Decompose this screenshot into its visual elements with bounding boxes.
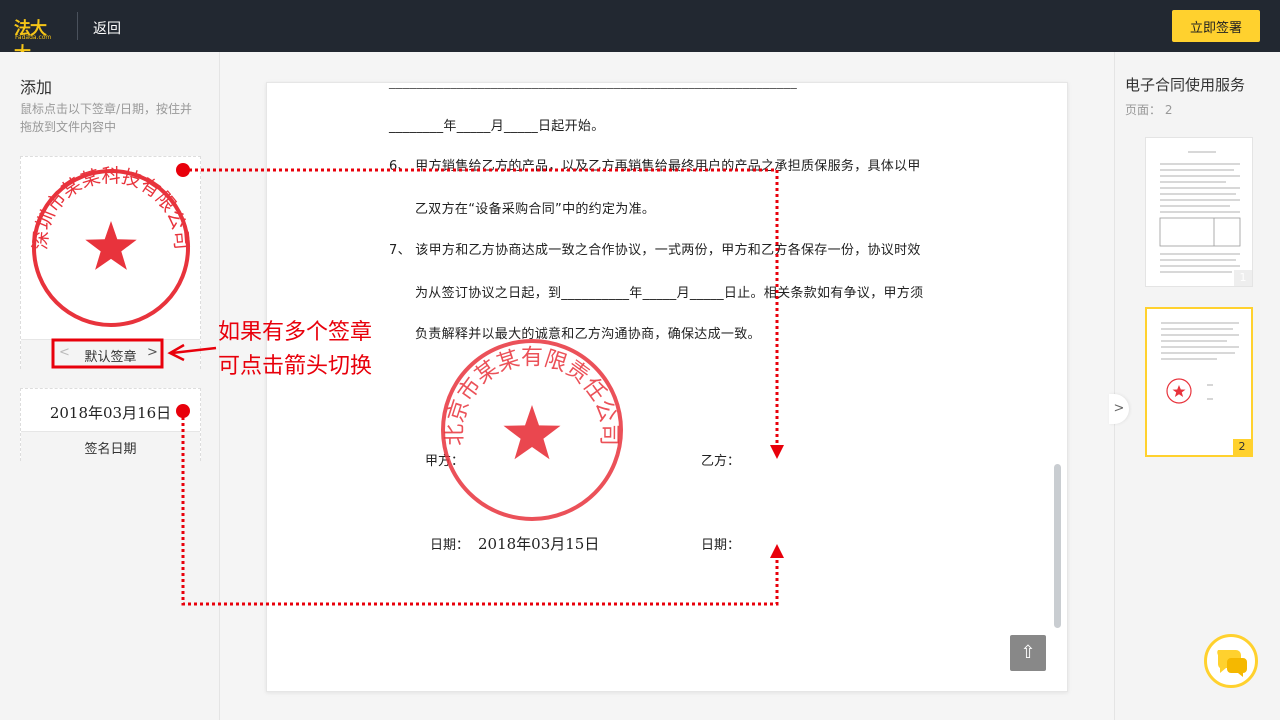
callout-text: 如果有多个签章 可点击箭头切换 [218, 316, 372, 384]
seal-name: 默认签章 [84, 350, 137, 365]
page-thumbnail-number: 1 [1234, 270, 1252, 286]
date-label-bar: 签名日期 [21, 431, 200, 461]
party-b-label: 乙方： [701, 454, 741, 469]
sign-date-value[interactable]: 2018年03月16日 [21, 402, 200, 423]
chat-support-button[interactable] [1204, 634, 1258, 688]
document-scrollbar[interactable] [1054, 464, 1061, 628]
placed-seal-star-icon [503, 405, 561, 460]
doc-line: 7、 该甲方和乙方协商达成一致之合作协议，一式两份，甲方和乙方各保存一份，协议时… [389, 243, 921, 258]
right-panel: > 电子合同使用服务 页面： 2 1 2 [1109, 52, 1280, 720]
date-a-label: 日期： [430, 538, 470, 553]
service-title: 电子合同使用服务 [1125, 76, 1246, 94]
add-panel-title: 添加 [20, 78, 53, 97]
date-b-label: 日期： [701, 538, 741, 553]
header-divider [77, 12, 78, 40]
logo-subtext: Fadada.com [15, 34, 52, 41]
placed-seal-image[interactable]: 北京市某某有限责任公司 [439, 337, 625, 523]
sign-date-label: 签名日期 [84, 442, 137, 457]
doc-line: 为从签订协议之日起，到__________年_____月_____日止。相关条款… [415, 286, 924, 301]
seal-star-icon [85, 221, 137, 270]
callout-line: 如果有多个签章 [218, 320, 373, 345]
page-thumbnail-content [1159, 151, 1241, 273]
page-count: 页面： 2 [1125, 103, 1173, 117]
page-thumbnail-selected[interactable]: 2 [1145, 307, 1253, 457]
doc-line: ________年_____月_____日起开始。 [389, 119, 605, 134]
page-thumbnail-content [1161, 322, 1239, 404]
left-panel: 添加 鼠标点击以下签章/日期，按住并拖放到文件内容中 深圳市某某科技有限公司 <… [0, 52, 220, 720]
seal-card[interactable]: 深圳市某某科技有限公司 < 默认签章 > [20, 156, 201, 369]
page-thumbnail-number: 2 [1233, 439, 1251, 455]
add-panel-hint: 鼠标点击以下签章/日期，按住并拖放到文件内容中 [20, 102, 193, 134]
logo[interactable]: 法大大 Fadada.com [14, 14, 60, 64]
doc-line: 乙双方在“设备采购合同”中的约定为准。 [415, 202, 656, 217]
chat-bubble-icon [1217, 650, 1247, 677]
page-thumbnail[interactable]: 1 [1145, 137, 1253, 287]
callout-line: 可点击箭头切换 [218, 354, 373, 379]
seal-selector: < 默认签章 > [21, 339, 200, 369]
collapse-chevron-icon[interactable]: > [1109, 394, 1129, 424]
sign-now-button[interactable]: 立即签署 [1172, 10, 1260, 42]
back-link[interactable]: 返回 [93, 18, 121, 38]
back-to-top-icon[interactable]: ⇧ [1010, 635, 1046, 671]
company-seal-image[interactable]: 深圳市某某科技有限公司 [21, 157, 200, 339]
doc-line-cut: ________________________________________… [389, 82, 797, 90]
document-page: ________________________________________… [266, 82, 1068, 692]
date-card[interactable]: 2018年03月16日 签名日期 [20, 388, 201, 461]
document-viewer: ________________________________________… [220, 52, 1114, 720]
doc-line: 6、 甲方销售给乙方的产品，以及乙方再销售给最终用户的产品之承担质保服务，具体以… [389, 159, 921, 174]
next-seal-arrow-icon[interactable]: > [147, 345, 158, 360]
date-a-value: 2018年03月15日 [478, 535, 600, 553]
top-bar: 法大大 Fadada.com 返回 立即签署 [0, 0, 1280, 64]
